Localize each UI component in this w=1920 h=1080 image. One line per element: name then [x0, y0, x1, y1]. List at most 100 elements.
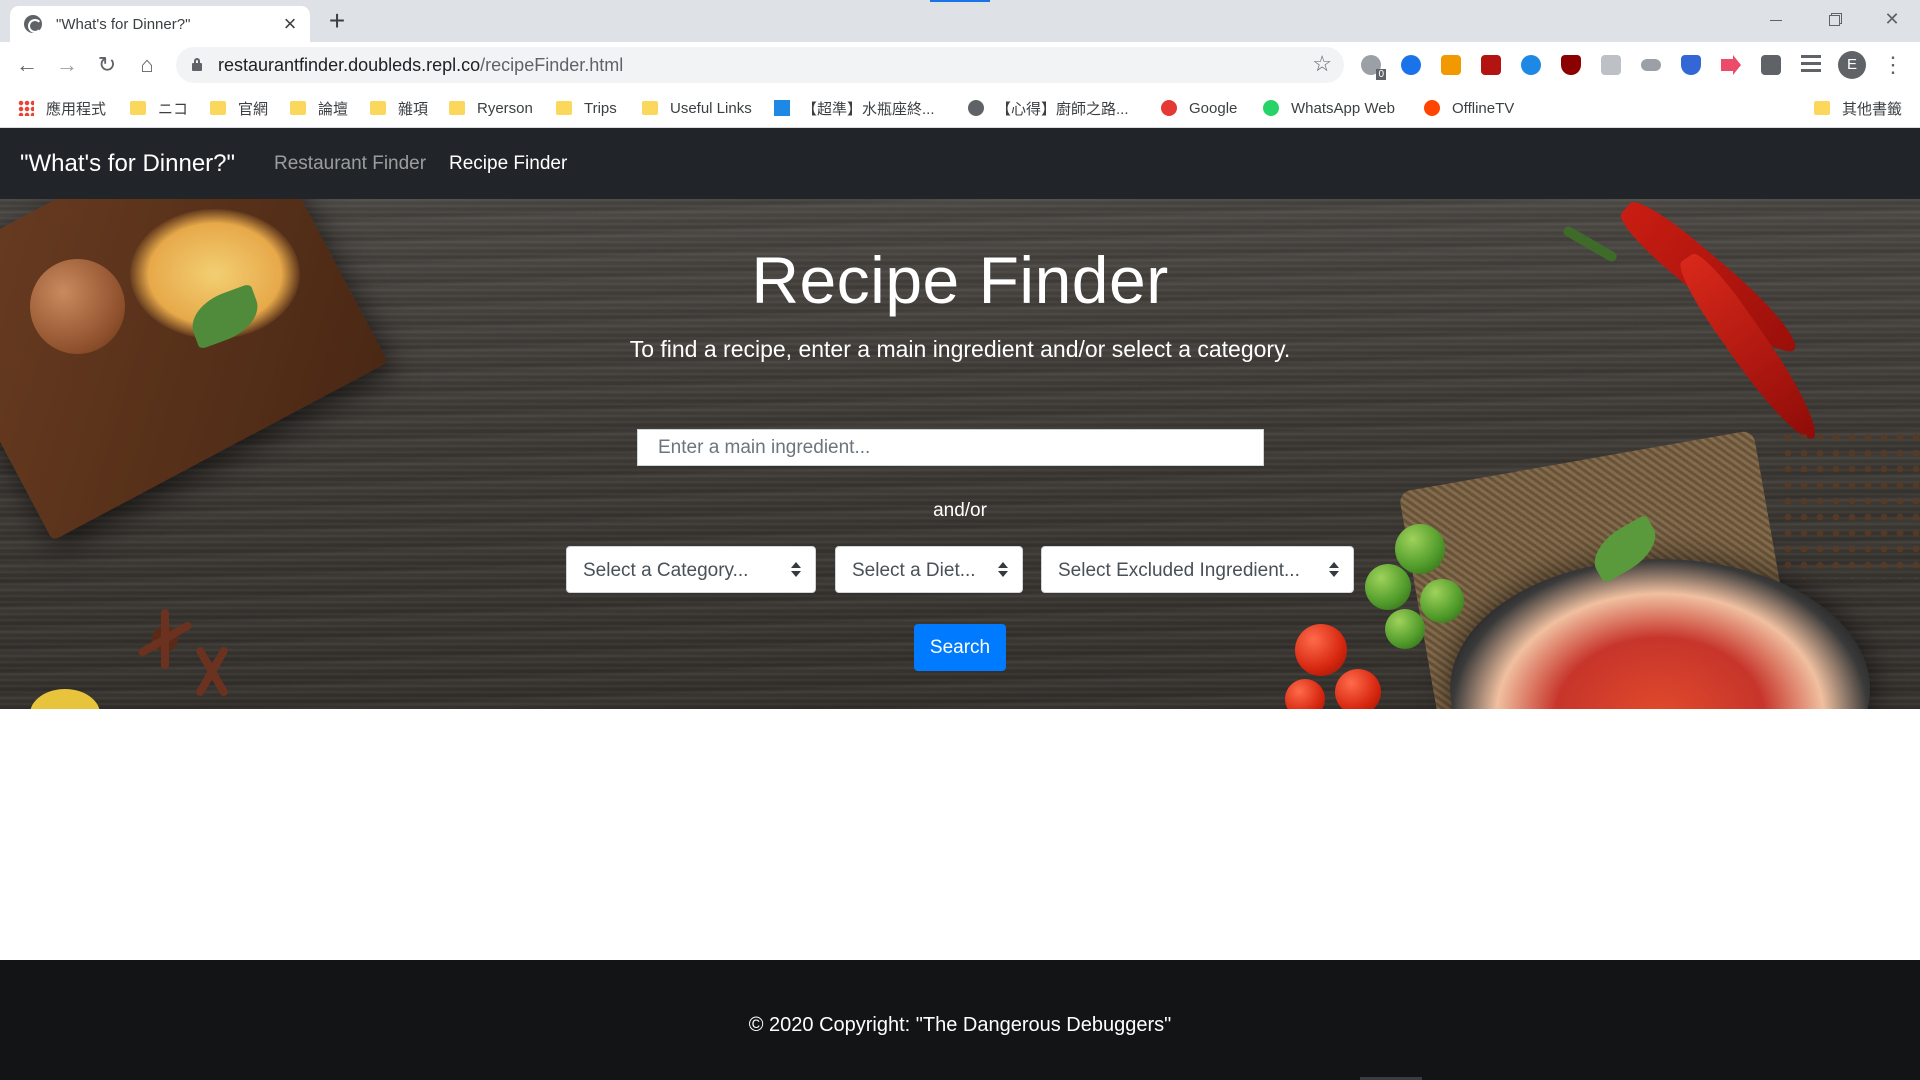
- bookmark-folder[interactable]: 雜項: [370, 96, 428, 120]
- page-subtitle: To find a recipe, enter a main ingredien…: [629, 336, 1291, 362]
- tab-close-button[interactable]: ×: [280, 13, 300, 35]
- extension-pdf-icon[interactable]: [1476, 50, 1506, 80]
- other-bookmarks[interactable]: 其他書籤: [1814, 96, 1902, 120]
- back-button[interactable]: ←: [12, 50, 42, 80]
- reload-button[interactable]: ↻: [92, 50, 122, 80]
- nav-link-recipe-finder[interactable]: Recipe Finder: [449, 153, 567, 175]
- bookmark-link[interactable]: 【超準】水瓶座終...: [774, 96, 935, 120]
- bookmark-folder[interactable]: 官網: [210, 96, 268, 120]
- nav-link-restaurant-finder[interactable]: Restaurant Finder: [274, 153, 426, 175]
- bookmark-label: 雜項: [398, 100, 429, 118]
- bookmark-folder[interactable]: Useful Links: [642, 96, 752, 120]
- green-tomato-image: [1365, 564, 1411, 610]
- browser-tab[interactable]: "What's for Dinner?" ×: [10, 6, 310, 42]
- page-title: Recipe Finder: [751, 243, 1169, 317]
- tomato-image: [1285, 679, 1325, 709]
- category-select[interactable]: Select a Category...: [566, 546, 816, 593]
- extension-bag-icon[interactable]: [1436, 50, 1466, 80]
- tomato-image: [1295, 624, 1347, 676]
- bookmark-link[interactable]: 【心得】廚師之路...: [968, 96, 1129, 120]
- bookmark-link[interactable]: OfflineTV: [1424, 96, 1514, 120]
- url-host: restaurantfinder.doubleds.repl.co: [218, 55, 481, 75]
- folder-icon: [1814, 101, 1830, 115]
- select-arrows-icon: [791, 559, 801, 581]
- minimize-icon: [1770, 19, 1782, 21]
- extensions-area: 0: [1356, 50, 1826, 80]
- bookmark-label: 其他書籤: [1842, 100, 1903, 118]
- folder-icon: [449, 101, 465, 115]
- bookmark-label: 官網: [238, 100, 269, 118]
- extension-shield-icon[interactable]: [1676, 50, 1706, 80]
- extension-globe-icon[interactable]: [1396, 50, 1426, 80]
- globe-icon: [968, 100, 984, 116]
- address-bar[interactable]: restaurantfinder.doubleds.repl.co/recipe…: [176, 47, 1344, 83]
- and-or-label: and/or: [933, 500, 987, 521]
- extension-planet-icon[interactable]: [1516, 50, 1546, 80]
- forward-button[interactable]: →: [52, 50, 82, 80]
- bookmark-folder[interactable]: 論壇: [290, 96, 348, 120]
- folder-icon: [290, 101, 306, 115]
- bookmark-label: 應用程式: [46, 100, 107, 118]
- new-tab-button[interactable]: +: [322, 7, 352, 36]
- bookmark-folder[interactable]: ニコ: [130, 96, 188, 120]
- browser-menu-icon[interactable]: ⋮: [1882, 50, 1904, 80]
- select-arrows-icon: [998, 559, 1008, 581]
- select-arrows-icon: [1329, 559, 1339, 581]
- bookmark-folder[interactable]: Ryerson: [449, 96, 533, 120]
- copyright-text: © 2020 Copyright: "The Dangerous Debugge…: [748, 1014, 1172, 1036]
- extension-cloud-icon[interactable]: [1636, 50, 1666, 80]
- bookmark-label: OfflineTV: [1452, 99, 1515, 117]
- apps-icon: [18, 100, 34, 116]
- tab-title: "What's for Dinner?": [56, 15, 191, 33]
- bookmark-apps[interactable]: 應用程式: [18, 96, 106, 120]
- extension-help-icon[interactable]: 0: [1356, 50, 1386, 80]
- green-tomato-image: [1395, 524, 1445, 574]
- folder-icon: [130, 101, 146, 115]
- tomato-image: [1335, 669, 1381, 709]
- star-anise-image: [185, 644, 240, 699]
- bookmark-link[interactable]: Google: [1161, 96, 1237, 120]
- media-control-icon[interactable]: [1796, 50, 1826, 80]
- bookmark-folder[interactable]: Trips: [556, 96, 617, 120]
- extension-translate-icon[interactable]: [1596, 50, 1626, 80]
- bookmark-label: Ryerson: [477, 99, 533, 117]
- bookmark-link[interactable]: WhatsApp Web: [1263, 96, 1395, 120]
- bookmark-star-icon[interactable]: ☆: [1312, 51, 1332, 77]
- bookmark-label: ニコ: [158, 100, 189, 118]
- bookmark-label: 【心得】廚師之路...: [996, 100, 1129, 118]
- profile-avatar[interactable]: E: [1838, 51, 1866, 79]
- browser-tab-bar: "What's for Dinner?" × + ✕: [0, 0, 1920, 42]
- excluded-select-value: Select Excluded Ingredient...: [1058, 560, 1300, 581]
- minimize-button[interactable]: [1756, 6, 1796, 32]
- globe-icon: [24, 15, 42, 33]
- diet-select-value: Select a Diet...: [852, 560, 976, 581]
- folder-icon: [210, 101, 226, 115]
- excluded-ingredient-select[interactable]: Select Excluded Ingredient...: [1041, 546, 1354, 593]
- url-path: /recipeFinder.html: [480, 55, 624, 75]
- green-tomato-image: [1420, 579, 1464, 623]
- extension-ublock-icon[interactable]: [1556, 50, 1586, 80]
- url-text[interactable]: restaurantfinder.doubleds.repl.co/recipe…: [218, 55, 623, 76]
- bookmark-label: 【超準】水瓶座終...: [802, 100, 935, 118]
- google-icon: [1161, 100, 1177, 116]
- l-site-icon: [774, 100, 790, 116]
- close-window-button[interactable]: ✕: [1872, 6, 1912, 32]
- extension-badge: 0: [1376, 69, 1386, 80]
- restore-button[interactable]: [1814, 6, 1854, 32]
- folder-icon: [370, 101, 386, 115]
- bookmark-label: Google: [1189, 99, 1238, 117]
- bookmark-label: Useful Links: [670, 99, 752, 117]
- main-ingredient-input[interactable]: [637, 429, 1264, 466]
- green-tomato-image: [1385, 609, 1425, 649]
- diet-select[interactable]: Select a Diet...: [835, 546, 1023, 593]
- home-button[interactable]: ⌂: [132, 50, 162, 80]
- bookmark-label: WhatsApp Web: [1291, 99, 1395, 117]
- tab-strip-indicator: [930, 0, 990, 2]
- bookmarks-bar: 應用程式 ニコ 官網 論壇 雜項 Ryerson Trips Useful Li…: [0, 88, 1920, 128]
- site-footer: © 2020 Copyright: "The Dangerous Debugge…: [0, 960, 1920, 1080]
- navbar-brand[interactable]: "What's for Dinner?": [20, 150, 235, 178]
- extension-arrow-icon[interactable]: [1716, 50, 1746, 80]
- lock-icon[interactable]: [192, 58, 202, 71]
- extensions-puzzle-icon[interactable]: [1756, 50, 1786, 80]
- search-button[interactable]: Search: [914, 624, 1006, 671]
